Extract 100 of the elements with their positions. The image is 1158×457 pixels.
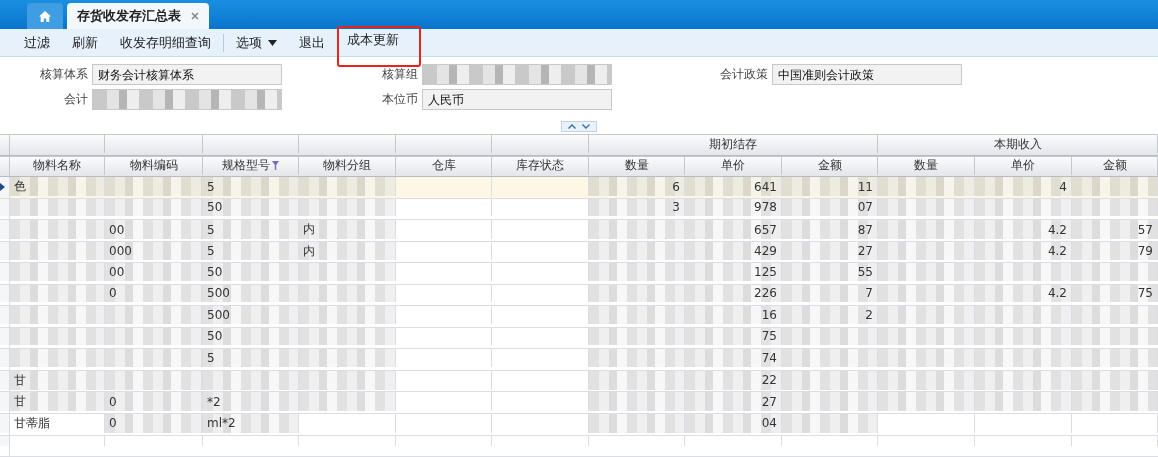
table-cell: 55 <box>782 263 878 281</box>
column-header[interactable]: 物料编码 <box>105 156 203 175</box>
table-cell: 641 <box>685 177 782 196</box>
table-cell: 500 <box>203 284 299 303</box>
home-icon <box>39 10 51 22</box>
table-cell: 07 <box>782 198 878 216</box>
close-icon[interactable] <box>191 12 199 21</box>
column-header[interactable]: 数量 <box>878 156 975 175</box>
table-row[interactable] <box>0 435 1158 457</box>
column-header[interactable]: 物料名称 <box>10 156 105 175</box>
document-tab[interactable]: 存货收发存汇总表 <box>67 3 209 30</box>
field-label: 会计 <box>64 91 88 109</box>
table-cell: 0 <box>105 392 203 412</box>
table-cell: 500 <box>203 306 299 324</box>
table-cell: 4.2 <box>975 241 1072 261</box>
column-header[interactable]: 单价 <box>975 156 1072 175</box>
table-row[interactable]: 5 74 <box>0 349 1158 371</box>
table-cell: 0 <box>105 284 203 303</box>
toolbar-button[interactable]: 过滤 <box>14 28 60 57</box>
toolbar-button[interactable]: 刷新 <box>62 28 108 57</box>
table-row[interactable]: 0 500 226 7 4.2 75 <box>0 284 1158 307</box>
table-cell: *2 <box>203 392 299 412</box>
column-header[interactable]: 单价 <box>685 156 782 175</box>
table-cell: 87 <box>782 220 878 239</box>
input-field[interactable] <box>92 89 282 111</box>
table-row[interactable]: 000 5 内 429 27 4.2 79 <box>0 241 1158 264</box>
table-cell: 50 <box>203 198 299 216</box>
table-cell: 00 <box>105 220 203 239</box>
column-header[interactable]: 数量 <box>589 156 685 175</box>
column-header[interactable]: 库存状态 <box>492 156 589 175</box>
chevron-up-icon <box>568 124 576 130</box>
input-field[interactable] <box>422 64 612 86</box>
row-indicator[interactable] <box>0 177 10 196</box>
field-label: 会计政策 <box>720 66 768 84</box>
table-cell: 50 <box>203 263 299 281</box>
table-cell: 22 <box>685 370 782 390</box>
row-pointer-icon <box>0 182 5 191</box>
table-cell: 4 <box>975 177 1072 196</box>
column-header[interactable]: 金额 <box>782 156 878 175</box>
field-label: 核算体系 <box>40 66 88 84</box>
table-cell: 978 <box>685 198 782 216</box>
filter-icon[interactable] <box>272 161 279 171</box>
table-row[interactable]: 色 5 6 641 11 4 <box>0 177 1158 199</box>
table-cell: 2 <box>782 306 878 324</box>
table-cell: 16 <box>685 306 782 324</box>
table-cell: 79 <box>1072 241 1158 261</box>
toolbar-button[interactable]: 选项 <box>226 28 287 57</box>
column-header[interactable]: 物料分组 <box>299 156 396 175</box>
input-field[interactable]: 财务会计核算体系 <box>92 64 282 86</box>
table-cell: 5 <box>203 220 299 239</box>
column-header[interactable]: 金额 <box>1072 156 1158 175</box>
table-row[interactable]: 50 75 <box>0 327 1158 350</box>
table-cell: 11 <box>782 177 878 196</box>
table-cell: 7 <box>782 284 878 303</box>
table-cell: 000 <box>105 241 203 261</box>
table-row[interactable]: 00 5 内 657 87 4.2 57 <box>0 220 1158 242</box>
table-row[interactable]: 500 16 2 <box>0 306 1158 328</box>
table-cell: 5 <box>203 177 299 196</box>
table-cell: 5 <box>203 349 299 367</box>
column-header[interactable]: 仓库 <box>396 156 492 175</box>
table-cell: 04 <box>685 413 782 433</box>
table-cell: 4.2 <box>975 220 1072 239</box>
table-cell: 内 <box>299 220 396 239</box>
table-cell: 甘 <box>10 370 105 390</box>
table-cell: 00 <box>105 263 203 281</box>
table-row[interactable]: 00 50 125 55 <box>0 263 1158 285</box>
table-row[interactable]: 50 3 978 07 <box>0 198 1158 221</box>
table-cell: 75 <box>1072 284 1158 303</box>
toolbar-button[interactable]: 成本更新 <box>337 26 421 68</box>
table-cell: 5 <box>203 241 299 261</box>
table-row[interactable]: 甘 22 <box>0 370 1158 393</box>
table-cell: 57 <box>1072 220 1158 239</box>
table-cell: 甘蒂脂 <box>10 413 105 433</box>
column-header[interactable]: 规格型号 <box>203 156 299 175</box>
field-label: 本位币 <box>382 91 418 109</box>
table-cell: ml*2 <box>203 413 299 433</box>
field-label: 核算组 <box>382 66 418 84</box>
table-row[interactable]: 甘蒂脂 0 ml*2 04 <box>0 413 1158 436</box>
table-cell: 657 <box>685 220 782 239</box>
table-cell: 74 <box>685 349 782 367</box>
table-cell: 50 <box>203 327 299 346</box>
home-tab[interactable] <box>27 3 63 30</box>
input-field[interactable]: 中国准则会计政策 <box>772 64 962 86</box>
table-cell: 75 <box>685 327 782 346</box>
table-cell: 甘 <box>10 392 105 412</box>
group-header: 本期收入 <box>878 135 1158 154</box>
table-cell: 429 <box>685 241 782 261</box>
table-cell: 226 <box>685 284 782 303</box>
table-cell: 27 <box>685 392 782 412</box>
table-cell: 4.2 <box>975 284 1072 303</box>
input-field[interactable]: 人民币 <box>422 89 612 111</box>
table-cell: 内 <box>299 241 396 261</box>
toolbar-button[interactable]: 退出 <box>289 28 335 57</box>
toolbar-button[interactable]: 收发存明细查询 <box>110 28 221 57</box>
table-cell: 125 <box>685 263 782 281</box>
table-row[interactable]: 甘 0 *2 27 <box>0 392 1158 414</box>
table-cell: 色 <box>10 177 105 196</box>
collapse-handle[interactable] <box>561 121 597 133</box>
chevron-down-icon <box>582 124 590 130</box>
table-cell: 0 <box>105 413 203 433</box>
